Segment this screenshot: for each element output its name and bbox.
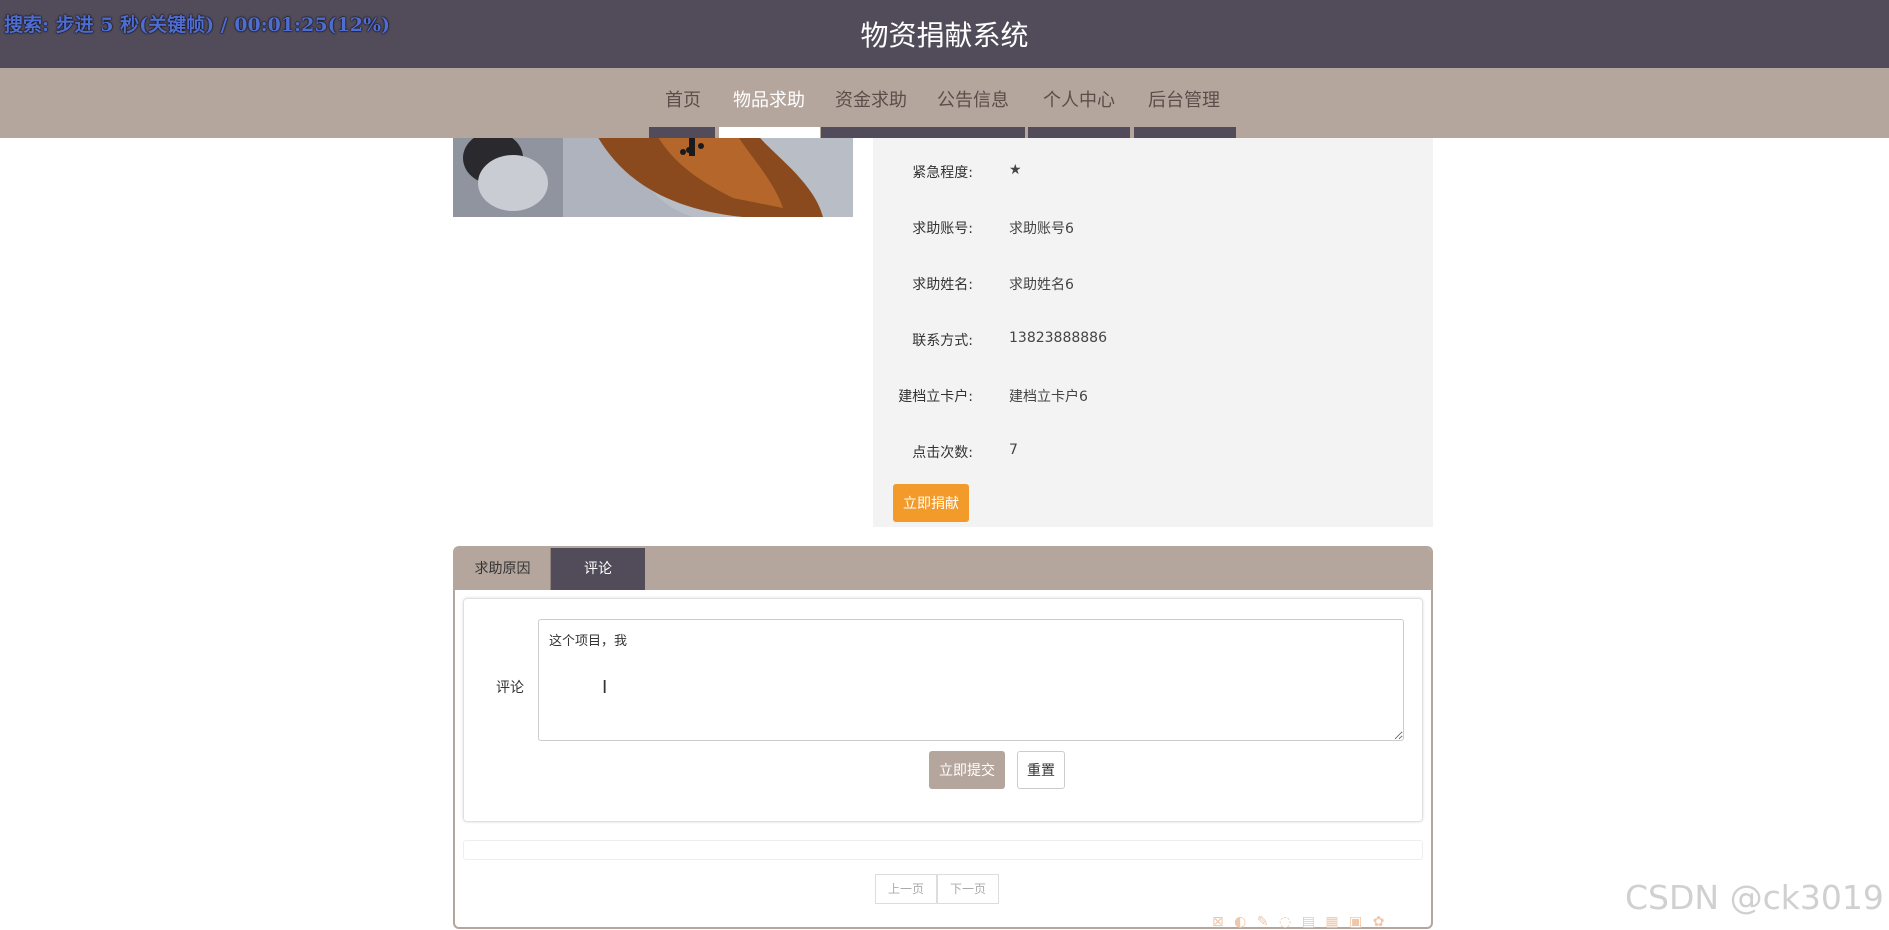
- registered-household-label: 建档立卡户:: [898, 389, 973, 405]
- nav-dropdown-edge: [649, 127, 715, 138]
- nav-item-goods-help[interactable]: 物品求助: [733, 86, 805, 112]
- contact-value: 13823888886: [1009, 330, 1107, 346]
- nav-dropdown-edge: [1028, 127, 1130, 138]
- item-details-panel: 紧急程度: ★ 求助账号: 求助账号6 求助姓名: 求助姓名6 联系方式: 13…: [873, 138, 1433, 527]
- nav-item-admin[interactable]: 后台管理: [1148, 86, 1220, 112]
- contact-label: 联系方式:: [912, 333, 973, 349]
- comment-form: 评论 I 立即提交 重置: [463, 598, 1423, 822]
- registered-household-value: 建档立卡户6: [1009, 389, 1088, 405]
- nav-item-fund-help[interactable]: 资金求助: [835, 86, 907, 112]
- site-title: 物资捐献系统: [860, 19, 1029, 52]
- click-count-label: 点击次数:: [912, 445, 973, 461]
- comment-textarea[interactable]: [538, 619, 1404, 741]
- nav-dropdown-edge: [719, 127, 820, 138]
- product-image-violin: [453, 138, 853, 217]
- comment-list: [463, 840, 1423, 860]
- tabs-container: 求助原因 评论 评论 I 立即提交 重置 上一页 下一页: [453, 546, 1433, 929]
- tab-comments[interactable]: 评论: [551, 548, 645, 590]
- main-nav: 首页 物品求助 资金求助 公告信息 个人中心 后台管理: [0, 68, 1889, 138]
- pagination: 上一页 下一页: [875, 874, 1000, 904]
- floating-toolbar-icons: ⊠ ◐ ✎ ◌ ▤ ▦ ▣ ✿: [1212, 914, 1388, 930]
- top-header: 搜索: 步进 5 秒(关键帧) / 00:01:25(12%) 物资捐献系统: [0, 0, 1889, 68]
- nav-item-profile[interactable]: 个人中心: [1043, 86, 1115, 112]
- comment-field-label: 评论: [496, 680, 524, 696]
- urgency-value: ★: [1009, 162, 1022, 178]
- text-cursor-icon: I: [602, 677, 608, 698]
- submit-comment-button[interactable]: 立即提交: [929, 751, 1005, 789]
- nav-dropdown-edge: [1134, 127, 1236, 138]
- urgency-label: 紧急程度:: [912, 165, 973, 181]
- account-value: 求助账号6: [1009, 221, 1074, 237]
- nav-item-home[interactable]: 首页: [665, 86, 701, 112]
- reset-button[interactable]: 重置: [1017, 751, 1065, 789]
- tab-help-reason[interactable]: 求助原因: [455, 548, 551, 590]
- nav-item-notices[interactable]: 公告信息: [937, 86, 1009, 112]
- click-count-value: 7: [1009, 442, 1018, 458]
- account-label: 求助账号:: [912, 221, 973, 237]
- donate-now-button[interactable]: 立即捐献: [893, 484, 969, 522]
- next-page-button[interactable]: 下一页: [937, 874, 1000, 904]
- prev-page-button[interactable]: 上一页: [875, 874, 938, 904]
- tab-bar: 求助原因 评论: [455, 548, 1431, 590]
- nav-dropdown-edge: [821, 127, 1025, 138]
- name-value: 求助姓名6: [1009, 277, 1074, 293]
- watermark: CSDN @ck3019: [1625, 878, 1884, 917]
- name-label: 求助姓名:: [912, 277, 973, 293]
